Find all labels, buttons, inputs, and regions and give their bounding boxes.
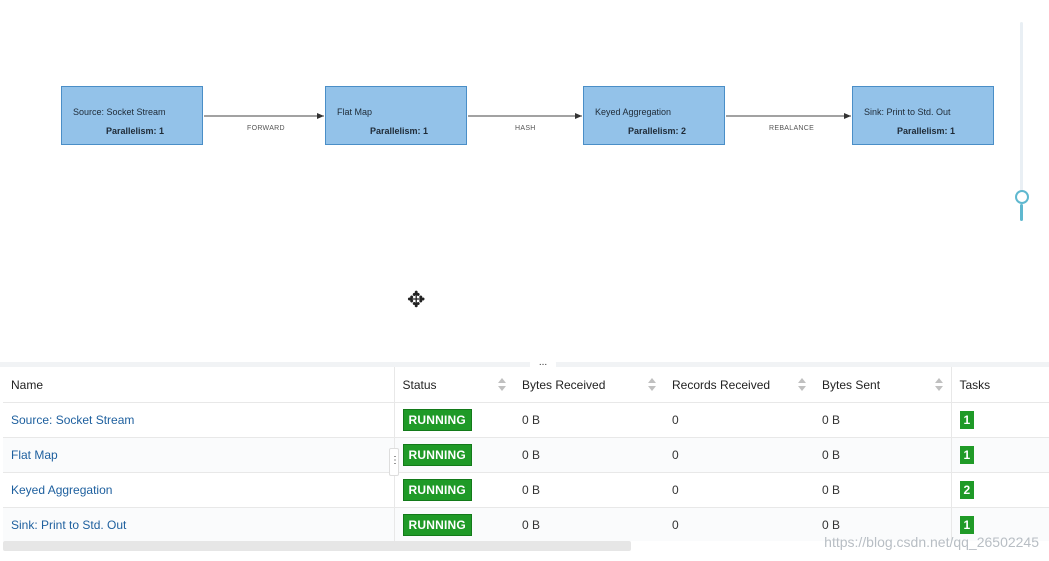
graph-edges: [204, 113, 851, 119]
bytes-received-cell: 0 B: [514, 472, 664, 508]
move-cursor-icon: ✥: [407, 287, 426, 312]
column-header-bytes-sent[interactable]: Bytes Sent: [814, 367, 952, 403]
task-count-badge: 1: [959, 446, 975, 464]
zoom-slider-handle[interactable]: [1015, 190, 1029, 204]
node-name: Sink: Print to Std. Out: [864, 107, 951, 117]
edge-label-rebalance: REBALANCE: [769, 125, 815, 132]
bytes-received-cell: 0 B: [514, 507, 664, 541]
node-parallelism: Parallelism: 2: [628, 126, 687, 136]
graph-node-keyed-aggregation[interactable]: Keyed Aggregation Parallelism: 2: [583, 86, 725, 145]
bytes-sent-cell: 0 B: [814, 437, 952, 473]
bytes-sent-cell: 0 B: [814, 402, 952, 438]
records-received-cell: 0: [664, 437, 814, 473]
table-header-row: Name Status Bytes Received Records Recei…: [3, 367, 1049, 403]
table-row[interactable]: Flat Map RUNNING 0 B 0 0 B 1: [3, 437, 1049, 473]
table-row[interactable]: Keyed Aggregation RUNNING 0 B 0 0 B 2: [3, 472, 1049, 508]
task-count-badge: 1: [959, 516, 975, 534]
task-count-badge: 2: [959, 481, 975, 499]
bytes-sent-cell: 0 B: [814, 472, 952, 508]
graph-node-flat-map[interactable]: Flat Map Parallelism: 1: [325, 86, 467, 145]
vertex-name-link[interactable]: Flat Map: [11, 448, 58, 462]
node-parallelism: Parallelism: 1: [106, 126, 165, 136]
node-name: Keyed Aggregation: [595, 107, 672, 117]
column-header-bytes-received[interactable]: Bytes Received: [514, 367, 664, 403]
job-graph-canvas[interactable]: Source: Socket Stream Parallelism: 1 Fla…: [0, 0, 1049, 362]
graph-node-source[interactable]: Source: Socket Stream Parallelism: 1: [61, 86, 203, 145]
graph-node-sink[interactable]: Sink: Print to Std. Out Parallelism: 1: [852, 86, 994, 145]
watermark-text: https://blog.csdn.net/qq_26502245: [824, 534, 1039, 550]
column-header-records-received[interactable]: Records Received: [664, 367, 814, 403]
sort-icon[interactable]: [798, 378, 806, 391]
column-header-tasks[interactable]: Tasks: [951, 367, 1049, 403]
node-parallelism: Parallelism: 1: [370, 126, 429, 136]
sort-icon[interactable]: [648, 378, 656, 391]
edge-label-forward: FORWARD: [247, 125, 285, 132]
node-parallelism: Parallelism: 1: [897, 126, 956, 136]
zoom-slider-track[interactable]: [1020, 22, 1023, 197]
horizontal-scrollbar[interactable]: [3, 541, 631, 551]
task-count-badge: 1: [959, 411, 975, 429]
node-name: Source: Socket Stream: [73, 107, 166, 117]
records-received-cell: 0: [664, 472, 814, 508]
records-received-cell: 0: [664, 507, 814, 541]
edge-label-hash: HASH: [515, 125, 536, 132]
column-header-name[interactable]: Name: [3, 367, 395, 403]
status-badge: RUNNING: [402, 409, 472, 431]
vertex-name-link[interactable]: Source: Socket Stream: [11, 413, 134, 427]
vertex-name-link[interactable]: Keyed Aggregation: [11, 483, 112, 497]
vertex-table: Name Status Bytes Received Records Recei…: [3, 367, 1049, 541]
vertex-name-link[interactable]: Sink: Print to Std. Out: [11, 518, 126, 532]
column-resize-handle[interactable]: ⋮: [389, 448, 400, 476]
records-received-cell: 0: [664, 402, 814, 438]
sort-icon[interactable]: [934, 378, 943, 391]
table-row[interactable]: Source: Socket Stream RUNNING 0 B 0 0 B …: [3, 402, 1049, 438]
zoom-slider-fill: [1020, 204, 1023, 221]
status-badge: RUNNING: [402, 444, 472, 466]
node-name: Flat Map: [337, 107, 373, 117]
sort-icon[interactable]: [498, 378, 506, 391]
column-header-status[interactable]: Status: [394, 367, 514, 403]
status-badge: RUNNING: [402, 479, 472, 501]
status-badge: RUNNING: [402, 514, 472, 536]
bytes-received-cell: 0 B: [514, 402, 664, 438]
bytes-received-cell: 0 B: [514, 437, 664, 473]
